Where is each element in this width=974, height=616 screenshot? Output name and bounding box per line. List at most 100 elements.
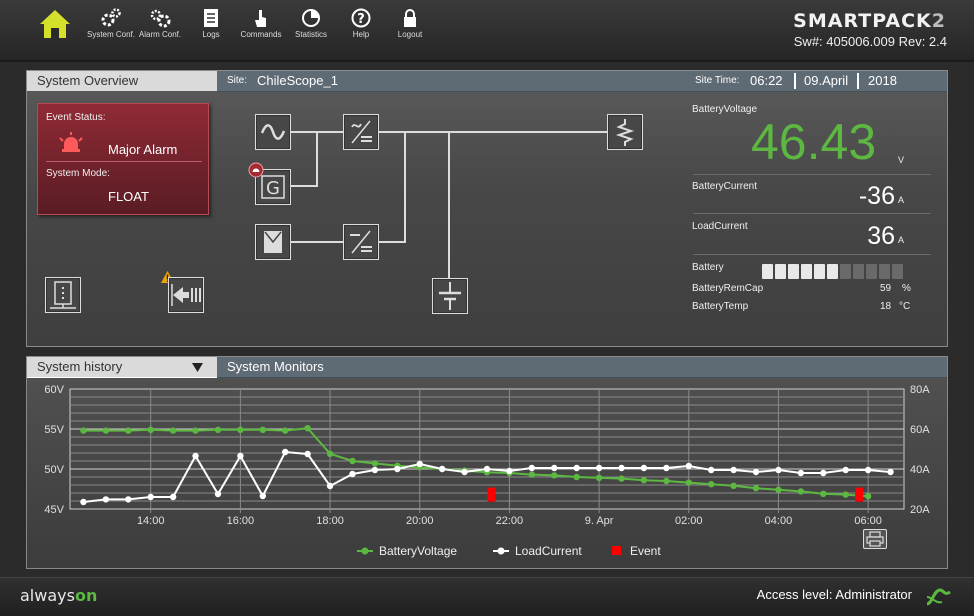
- data-point-BatteryVoltage: [730, 482, 737, 489]
- data-point-LoadCurrent: [573, 464, 580, 472]
- data-point-LoadCurrent: [864, 466, 872, 474]
- data-point-LoadCurrent: [192, 452, 199, 460]
- rectifier-icon: [351, 120, 372, 144]
- data-point-LoadCurrent: [371, 466, 379, 474]
- history-title-bar: System Monitors: [217, 357, 947, 378]
- battery-segment: [775, 264, 786, 279]
- battery-segment: [892, 264, 903, 279]
- battery-segment: [840, 264, 851, 279]
- generator-alarm-icon: [248, 162, 264, 178]
- divider: [693, 174, 931, 175]
- data-point-BatteryVoltage: [214, 426, 222, 433]
- event-status-label: Event Status:: [46, 112, 106, 123]
- battery-symbol-icon: [439, 282, 461, 310]
- legend-swatch: [361, 547, 369, 555]
- nav-logout[interactable]: Logout: [382, 8, 438, 39]
- solar-block[interactable]: [255, 224, 291, 260]
- data-point-BatteryVoltage: [349, 457, 356, 465]
- legend-label: LoadCurrent: [515, 544, 582, 558]
- data-point-LoadCurrent: [730, 466, 737, 474]
- nav-alarm-conf[interactable]: Alarm Conf.: [132, 8, 188, 39]
- site-name: ChileScope_1: [257, 73, 338, 88]
- site-year: 2018: [868, 73, 897, 88]
- data-point-LoadCurrent: [438, 465, 446, 473]
- cabinet-icon: [50, 281, 76, 309]
- site-label: Site:: [227, 75, 248, 86]
- data-point-LoadCurrent: [797, 469, 805, 477]
- battery-temp-label: BatteryTemp: [692, 301, 749, 312]
- battery-voltage-unit: V: [898, 155, 905, 165]
- data-point-BatteryVoltage: [842, 491, 849, 498]
- legend-swatch: [497, 547, 505, 555]
- data-point-LoadCurrent: [304, 450, 311, 458]
- battery-remcap-unit: %: [902, 283, 911, 294]
- history-dropdown-value: System history: [37, 359, 123, 374]
- battery-segment: [827, 264, 838, 279]
- svg-text:?: ?: [357, 12, 365, 27]
- solar-charger-block[interactable]: [343, 224, 379, 260]
- nav-home[interactable]: [27, 8, 83, 40]
- input-module-button[interactable]: [168, 277, 204, 313]
- battery-current-value: -36: [858, 182, 895, 210]
- data-point-LoadCurrent: [259, 492, 267, 500]
- logo-text-right: on: [74, 586, 98, 605]
- data-point-LoadCurrent: [707, 466, 715, 474]
- nav-logs[interactable]: Logs: [183, 8, 239, 39]
- battery-segment: [853, 264, 864, 279]
- cabinet-button[interactable]: [45, 277, 81, 313]
- battery-block[interactable]: [432, 278, 468, 314]
- print-button[interactable]: [863, 529, 887, 549]
- event-status-box[interactable]: Event Status: Major Alarm System Mode: F…: [37, 103, 209, 215]
- data-point-BatteryVoltage: [192, 427, 199, 434]
- data-point-BatteryVoltage: [326, 450, 334, 457]
- battery-segment: [801, 264, 812, 279]
- nav-commands[interactable]: Commands: [233, 8, 289, 39]
- alarm-gears-icon: [150, 9, 171, 28]
- data-point-LoadCurrent: [506, 467, 513, 475]
- logo-text-left: always: [20, 586, 75, 605]
- access-level: Access level: Administrator: [756, 587, 912, 602]
- system-mode-label: System Mode:: [46, 168, 110, 179]
- data-point-LoadCurrent: [618, 464, 625, 472]
- nav-label: Logout: [397, 30, 423, 39]
- data-point-LoadCurrent: [551, 464, 558, 472]
- ac-mains-block[interactable]: [255, 114, 291, 150]
- wire: [316, 131, 318, 186]
- data-point-BatteryVoltage: [752, 485, 760, 492]
- divider: [693, 213, 931, 214]
- nav-label: Alarm Conf.: [138, 30, 182, 39]
- battery-segment: [879, 264, 890, 279]
- rectifier-block[interactable]: [343, 114, 379, 150]
- data-point-BatteryVoltage: [282, 427, 289, 434]
- divider: [693, 254, 931, 255]
- data-point-BatteryVoltage: [595, 474, 603, 481]
- data-point-BatteryVoltage: [169, 427, 177, 434]
- data-point-LoadCurrent: [528, 464, 536, 472]
- data-point-LoadCurrent: [169, 493, 177, 501]
- input-arrow-icon: [171, 284, 201, 306]
- brand-logo: SMARTPACK2: [793, 10, 946, 32]
- load-current-unit: A: [898, 235, 905, 245]
- data-point-BatteryVoltage: [864, 493, 872, 500]
- battery-remcap-value: 59: [880, 283, 892, 294]
- software-info: Sw#: 405006.009 Rev: 2.4: [793, 34, 947, 49]
- nav-system-conf[interactable]: System Conf.: [83, 8, 139, 39]
- x-tick-label: 06:00: [854, 515, 882, 527]
- load-block[interactable]: [607, 114, 643, 150]
- data-point-BatteryVoltage: [573, 473, 580, 481]
- separator: [857, 73, 859, 89]
- nav-help[interactable]: ? Help: [333, 8, 389, 39]
- data-point-LoadCurrent: [663, 464, 670, 472]
- nav-statistics[interactable]: Statistics: [283, 8, 339, 39]
- data-point-LoadCurrent: [237, 452, 244, 460]
- battery-label: Battery: [692, 262, 724, 273]
- battery-voltage-label: BatteryVoltage: [692, 104, 758, 115]
- data-point-LoadCurrent: [640, 464, 648, 472]
- battery-segment: [814, 264, 825, 279]
- history-dropdown[interactable]: System history: [27, 357, 227, 377]
- data-point-LoadCurrent: [349, 470, 356, 478]
- event-marker: [487, 487, 496, 502]
- y-right-tick-label: 20A: [910, 504, 930, 516]
- x-tick-label: 22:00: [496, 515, 524, 527]
- y-left-tick-label: 60V: [44, 384, 64, 396]
